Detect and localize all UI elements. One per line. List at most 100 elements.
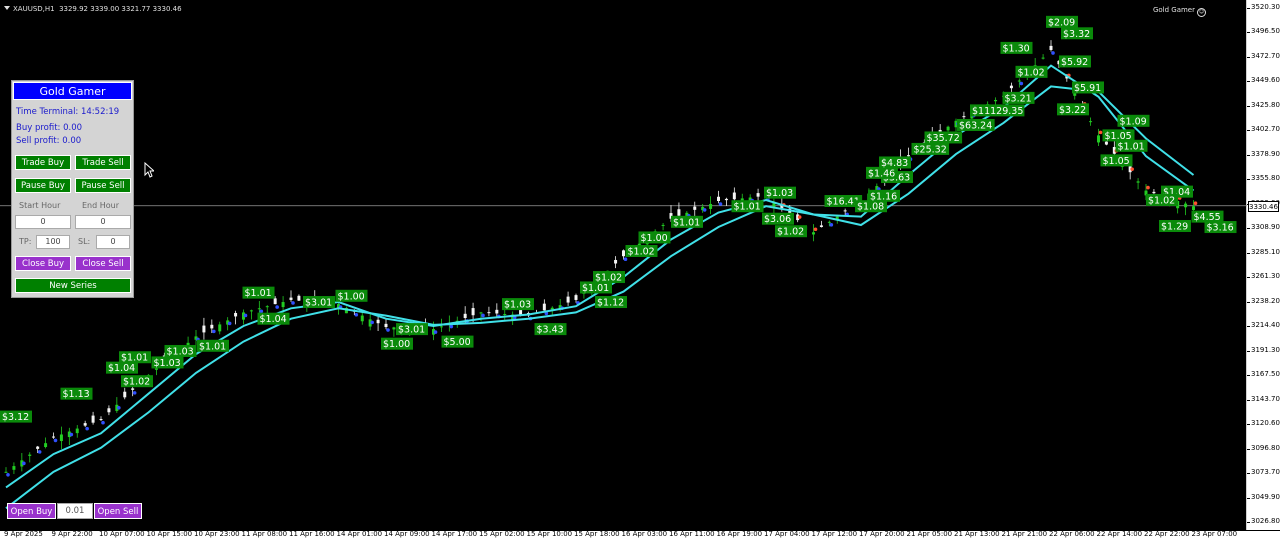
buy-marker: [6, 472, 10, 477]
buy-marker: [623, 257, 628, 261]
profit-label: $3.16: [1204, 221, 1237, 234]
profit-label: $3.06: [762, 212, 794, 225]
close-buy-button[interactable]: Close Buy: [15, 256, 71, 271]
candle-body: [677, 209, 681, 216]
profit-label: $3.22: [1057, 103, 1089, 116]
close-sell-button[interactable]: Close Sell: [75, 256, 131, 271]
sell-marker: [797, 215, 802, 219]
candle-body: [1097, 135, 1100, 143]
profit-label: $1.03: [502, 298, 534, 311]
buy-marker: [243, 313, 248, 318]
candle-body: [36, 446, 40, 449]
time-tick: 16 Apr 03:00: [621, 530, 668, 538]
candle-body: [360, 315, 364, 322]
profit-label-text: $1.00: [338, 291, 365, 302]
tp-input[interactable]: 100: [36, 235, 70, 249]
profit-label-text: $1.00: [383, 339, 410, 350]
price-tick: 3120.60: [1251, 419, 1280, 428]
candle-body: [75, 428, 79, 434]
time-tick: 21 Apr 21:00: [1001, 530, 1048, 538]
trade-buy-button[interactable]: Trade Buy: [15, 155, 71, 170]
start-hour-input[interactable]: 0: [15, 215, 71, 229]
chart-area[interactable]: $3.12 $1.13 $1.02 $1.04 $1.01 $1.03 $1.03 $1.01…: [0, 0, 1247, 530]
trade-sell-button[interactable]: Trade Sell: [75, 155, 131, 170]
profit-label-text: $1.01: [121, 353, 148, 364]
price-tick-mark: [1247, 277, 1250, 279]
candle-body: [471, 308, 475, 316]
price-tick-mark: [1247, 350, 1250, 352]
candle-body: [542, 303, 546, 311]
open-sell-button[interactable]: Open Sell: [94, 503, 142, 519]
profit-label: $2.09: [1046, 15, 1078, 28]
price-tick: 3261.30: [1251, 272, 1280, 281]
profit-label: $1.00: [638, 231, 671, 244]
price-tick-mark: [1247, 448, 1250, 450]
candle-body: [463, 313, 467, 318]
dropdown-icon[interactable]: [4, 6, 10, 10]
profit-label-text: $11129.35: [972, 106, 1023, 117]
expert-advisor-label[interactable]: Gold Gamer ☺: [1153, 6, 1206, 17]
sell-marker: [1193, 201, 1198, 206]
profit-label-text: $1.01: [199, 341, 226, 352]
candle-body: [756, 193, 760, 197]
time-tick: 15 Apr 10:00: [526, 530, 573, 538]
buy-marker: [259, 309, 264, 314]
panel-title[interactable]: Gold Gamer: [13, 82, 132, 100]
candle-body: [503, 314, 507, 316]
profit-label-text: $1.02: [1018, 67, 1045, 78]
profit-label: $1.02: [1146, 193, 1178, 206]
new-series-button[interactable]: New Series: [15, 278, 131, 293]
profit-label-text: $3.01: [305, 298, 332, 309]
candle-body: [83, 423, 87, 426]
start-hour-label: Start Hour: [19, 201, 61, 210]
profit-label: $1.01: [242, 286, 275, 299]
open-buy-button[interactable]: Open Buy: [7, 503, 56, 519]
pause-sell-button[interactable]: Pause Sell: [75, 178, 131, 193]
candle-body: [392, 327, 396, 330]
candle-body: [732, 192, 736, 200]
symbol-bar: XAUUSD,H1 3329.92 3339.00 3321.77 3330.4…: [4, 5, 182, 13]
profit-label: $1.29: [1159, 219, 1191, 232]
candle-body: [812, 232, 815, 235]
price-tick: 3308.90: [1251, 223, 1280, 232]
profit-label-text: $3.01: [398, 325, 425, 336]
candle-body: [12, 466, 16, 470]
profit-label-text: $1.13: [63, 389, 90, 400]
candle-body: [574, 295, 578, 300]
price-tick: 3049.90: [1251, 492, 1280, 501]
sl-input[interactable]: 0: [96, 235, 130, 249]
price-tick: 3167.50: [1251, 370, 1280, 379]
candle-body: [44, 443, 48, 448]
sell-marker: [1146, 185, 1150, 190]
profit-label: $3.43: [534, 323, 567, 336]
buy-marker: [1051, 51, 1055, 55]
symbol-name[interactable]: XAUUSD,H1: [13, 5, 55, 13]
profit-label-text: $1.02: [123, 377, 150, 388]
end-hour-input[interactable]: 0: [75, 215, 131, 229]
profit-label-text: $1.02: [628, 246, 655, 257]
lot-size-input[interactable]: 0.01: [57, 503, 93, 519]
smiley-icon: ☺: [1197, 8, 1206, 17]
candle-body: [281, 302, 285, 308]
buy-marker: [212, 329, 216, 334]
time-tick: 16 Apr 11:00: [669, 530, 715, 538]
pause-buy-button[interactable]: Pause Buy: [15, 178, 71, 193]
price-chart[interactable]: $3.12$1.13$1.02$1.04$1.01 $1.03$1.03 $1.01…: [0, 0, 1247, 530]
candle-body: [1049, 45, 1053, 50]
time-axis[interactable]: 9 Apr 2025 9 Apr 22:00 10 Apr 07:00 10 Apr …: [0, 530, 1280, 549]
profit-label: $1.01: [731, 200, 764, 213]
profit-label-text: $1.02: [777, 227, 804, 238]
candle-body: [661, 224, 665, 226]
buy-marker: [718, 202, 723, 206]
price-axis[interactable]: 3520.30 3496.50 3472.70 3449.60 3425.80 3402.…: [1247, 0, 1280, 530]
profit-label-text: $1.08: [857, 202, 884, 213]
profit-label-text: $3.43: [537, 325, 564, 336]
profit-label-text: $1.46: [868, 168, 895, 179]
candle-body: [123, 391, 127, 398]
profit-label: $1.05: [1100, 154, 1133, 167]
profit-label-text: $1.03: [766, 188, 793, 199]
price-tick: 3214.40: [1251, 321, 1280, 330]
profit-label: $1.02: [625, 244, 658, 257]
candle-body: [709, 203, 713, 209]
buy-marker: [354, 312, 359, 317]
